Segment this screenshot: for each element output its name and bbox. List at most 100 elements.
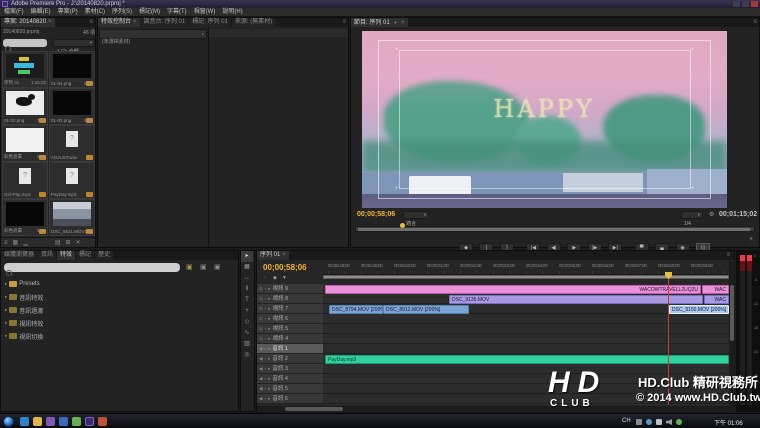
h-scroll-thumb[interactable] (285, 407, 343, 411)
tab-effects[interactable]: 特效 (57, 251, 75, 260)
taskbar-app-icon-premiere[interactable] (85, 417, 94, 426)
expand-track-icon[interactable]: ▸ (268, 344, 270, 353)
expand-track-icon[interactable]: ▸ (268, 294, 270, 303)
toggle-track-output-icon[interactable]: ⊙ (259, 284, 263, 293)
sequence-marker-button[interactable]: ◆ (273, 275, 277, 281)
project-item-01-04[interactable]: 01-04.png5;00 (49, 51, 95, 88)
tab-source-monitor[interactable]: 來源: (無素材) (232, 18, 275, 27)
lock-track-icon[interactable]: ▫ (264, 344, 266, 353)
close-icon[interactable]: × (282, 252, 286, 258)
panel-menu-icon[interactable]: ≡ (342, 18, 346, 27)
timeline-settings-button[interactable]: ▼ (282, 275, 287, 281)
program-scrubber[interactable] (355, 226, 755, 232)
track-header-a4[interactable]: ◀▫▸音訊 4 (257, 374, 323, 384)
tray-icon[interactable] (646, 419, 652, 425)
slip-tool[interactable]: ◇ (241, 317, 253, 328)
clip-dsc8912[interactable]: DSC_8912.MOV [200%] (383, 305, 469, 314)
new-bin-button[interactable]: ▤ (55, 239, 61, 247)
lock-track-icon[interactable]: ▫ (265, 284, 267, 293)
tab-info[interactable]: 資訊 (38, 251, 56, 260)
arrow-right-icon[interactable]: ▸ (5, 307, 7, 313)
project-in-filter[interactable]: 入口: 全部 ▼ (53, 39, 95, 47)
tray-icon[interactable] (636, 419, 642, 425)
maximize-button[interactable] (742, 1, 749, 7)
tab-effect-controls[interactable]: 特效控制台× (98, 18, 140, 27)
track-header-v4[interactable]: ⊙▫▸視訊 4 (257, 334, 323, 344)
menu-help[interactable]: 說明(H) (222, 8, 242, 16)
ripple-edit-tool[interactable]: ↔ (241, 273, 253, 284)
project-item-colormatte-white[interactable]: 彩色遮罩5;00 (2, 125, 48, 162)
tab-history[interactable]: 歷史 (95, 251, 113, 260)
project-item-colormatte-black[interactable]: 彩色遮罩5;00 (2, 199, 48, 236)
lock-track-icon[interactable]: ▫ (264, 394, 266, 403)
taskbar-app-icon[interactable] (46, 417, 55, 426)
start-button[interactable] (3, 416, 14, 427)
menu-file[interactable]: 檔案(F) (4, 8, 24, 16)
expand-track-icon[interactable]: ▸ (268, 364, 270, 373)
add-button-plus-icon[interactable]: + (749, 236, 753, 243)
arrow-right-icon[interactable]: ▸ (5, 281, 7, 287)
track-select-tool[interactable]: ▦ (241, 262, 253, 273)
lock-track-icon[interactable]: ▫ (264, 354, 266, 363)
clip-wacowtravel[interactable]: WACOWTRAVELL2UQ2U (325, 285, 701, 294)
accelerated-effects-filter[interactable]: ▣ (186, 263, 193, 271)
project-item-sequence[interactable]: 序列 011;15;02 (2, 51, 48, 88)
menu-title[interactable]: 字幕(T) (167, 8, 187, 16)
hand-tool[interactable]: ◎ (241, 350, 253, 361)
32bit-effects-filter[interactable]: ▣ (200, 263, 207, 271)
expand-track-icon[interactable]: ▸ (268, 354, 270, 363)
effects-folder-audio-effects[interactable]: ▸ 音訊特效 (5, 291, 43, 303)
tray-network-icon[interactable] (676, 419, 682, 425)
clip-dsc9150-selected[interactable]: DSC_9150.MOV [200%] (669, 305, 729, 314)
lock-track-icon[interactable]: ▫ (264, 374, 266, 383)
expand-track-icon[interactable]: ▸ (268, 334, 270, 343)
mute-track-icon[interactable]: ◀ (259, 364, 262, 373)
close-icon[interactable]: × (48, 19, 52, 25)
close-window-button[interactable] (751, 1, 758, 7)
track-header-a5[interactable]: ◀▫▸音訊 5 (257, 384, 323, 394)
mute-track-icon[interactable]: ◀ (259, 384, 262, 393)
selection-tool[interactable]: ▸ (241, 251, 253, 262)
arrow-right-icon[interactable]: ▸ (5, 320, 7, 326)
zoom-slider[interactable]: ▁ (23, 239, 28, 247)
arrow-right-icon[interactable]: ▸ (5, 333, 7, 339)
panel-menu-icon[interactable]: ≡ (726, 251, 730, 260)
tab-project[interactable]: 專案: 20140820× (1, 18, 55, 27)
track-header-v7[interactable]: ⊙▫▸視訊 7 (257, 304, 323, 314)
tab-program[interactable]: 節目: 序列 01 ▼ × (351, 18, 408, 27)
menu-window[interactable]: 視窗(W) (194, 8, 216, 16)
mute-track-icon[interactable]: ◀ (259, 374, 262, 383)
expand-track-icon[interactable]: ▸ (268, 384, 270, 393)
lock-track-icon[interactable]: ▫ (265, 314, 267, 323)
close-icon[interactable]: × (401, 20, 405, 26)
expand-track-icon[interactable]: ▸ (268, 304, 270, 313)
tab-audio-mixer[interactable]: 調音台: 序列 01 (141, 18, 189, 27)
toggle-track-output-icon[interactable]: ⊙ (259, 314, 263, 323)
pen-tool[interactable]: ▧ (241, 339, 253, 350)
taskbar-app-icon[interactable] (59, 417, 68, 426)
lock-track-icon[interactable]: ▫ (265, 304, 267, 313)
icon-view-button[interactable]: ▦ (13, 239, 19, 247)
tray-volume-icon[interactable] (666, 419, 672, 425)
effects-folder-presets[interactable]: ▸ Presets (5, 278, 40, 290)
expand-track-icon[interactable]: ▸ (268, 374, 270, 383)
toggle-track-output-icon[interactable]: ⊙ (259, 334, 263, 343)
new-item-button[interactable]: ⊞ (65, 239, 70, 247)
resolution-dropdown[interactable]: 1/4 ▼ (681, 211, 703, 219)
tab-media-browser[interactable]: 媒體瀏覽器 (1, 251, 37, 260)
menu-sequence[interactable]: 序列(S) (112, 8, 132, 16)
project-item-01-03[interactable]: 01-03.png5;00 (49, 88, 95, 125)
track-header-a6[interactable]: ◀▫▸音訊 6 (257, 394, 323, 404)
razor-tool[interactable]: + (241, 306, 253, 317)
track-header-v8[interactable]: ⊙▫▸視訊 8 (257, 294, 323, 304)
slide-tool[interactable]: ∿ (241, 328, 253, 339)
effects-folder-audio-transitions[interactable]: ▸ 音訊過渡 (5, 304, 43, 316)
project-search-input[interactable] (3, 39, 47, 47)
lock-track-icon[interactable]: ▫ (265, 334, 267, 343)
project-item-girl-pap[interactable]: ? Girl-Pap.mp3 (2, 162, 48, 199)
expand-track-icon[interactable]: ▸ (268, 324, 270, 333)
effects-folder-video-transitions[interactable]: ▸ 視訊切換 (5, 330, 43, 342)
effects-search-input[interactable] (4, 263, 180, 272)
taskbar-app-icon[interactable] (33, 417, 42, 426)
tray-icon[interactable] (656, 419, 662, 425)
